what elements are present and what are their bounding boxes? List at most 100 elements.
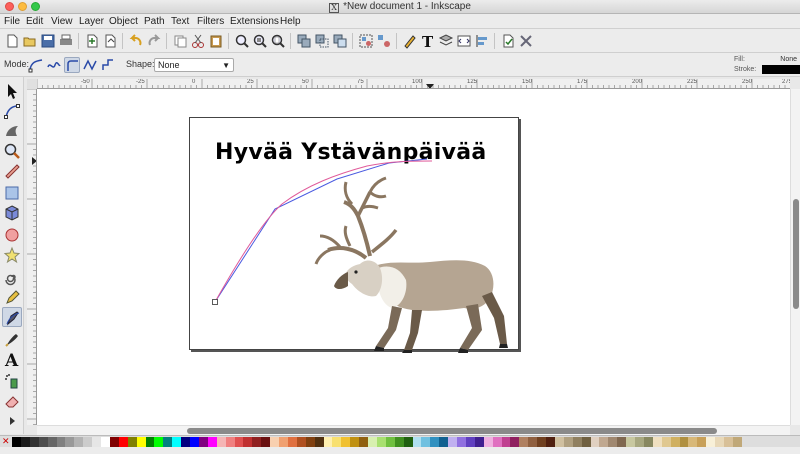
palette-swatch[interactable] — [38, 437, 48, 447]
palette-swatch[interactable] — [243, 437, 253, 447]
tweak-tool-icon[interactable] — [2, 121, 22, 141]
eraser-tool-icon[interactable] — [2, 391, 22, 411]
palette-swatch[interactable] — [252, 437, 262, 447]
palette-swatch[interactable] — [234, 437, 244, 447]
spiral-tool-icon[interactable] — [2, 267, 22, 287]
menu-text[interactable]: Text — [171, 16, 189, 27]
preferences-icon[interactable] — [518, 33, 534, 49]
stroke-color-swatch[interactable] — [762, 65, 800, 74]
pen-tool-icon[interactable] — [2, 307, 22, 327]
palette-swatch[interactable] — [590, 437, 600, 447]
horizontal-scroll-thumb[interactable] — [187, 428, 717, 434]
palette-swatch[interactable] — [688, 437, 698, 447]
export-icon[interactable] — [102, 33, 118, 49]
palette-swatch[interactable] — [439, 437, 449, 447]
palette-swatch[interactable] — [510, 437, 520, 447]
new-document-icon[interactable] — [4, 33, 20, 49]
palette-swatch[interactable] — [154, 437, 164, 447]
horizontal-ruler[interactable]: -50 -25 0 25 50 75 100 125 150 175 200 2… — [37, 79, 790, 89]
palette-swatch[interactable] — [29, 437, 39, 447]
regular-bezier-mode-icon[interactable] — [28, 57, 44, 73]
palette-swatch[interactable] — [483, 437, 493, 447]
zoom-drawing-icon[interactable] — [252, 33, 268, 49]
palette-swatch[interactable] — [207, 437, 217, 447]
zoom-tool-icon[interactable] — [2, 141, 22, 161]
palette-swatch[interactable] — [359, 437, 369, 447]
3d-box-tool-icon[interactable] — [2, 203, 22, 223]
palette-swatch[interactable] — [136, 437, 146, 447]
zoom-selection-icon[interactable] — [234, 33, 250, 49]
palette-swatch[interactable] — [12, 437, 21, 447]
palette-swatch[interactable] — [661, 437, 671, 447]
palette-swatch[interactable] — [599, 437, 609, 447]
copy-icon[interactable] — [172, 33, 188, 49]
menu-layer[interactable]: Layer — [79, 16, 104, 27]
palette-swatch[interactable] — [83, 437, 93, 447]
ungroup-icon[interactable] — [376, 33, 392, 49]
palette-swatch[interactable] — [118, 437, 128, 447]
duplicate-icon[interactable] — [296, 33, 312, 49]
vertical-ruler[interactable] — [27, 89, 37, 425]
palette-swatch[interactable] — [296, 437, 306, 447]
palette-swatch[interactable] — [270, 437, 280, 447]
palette-swatch[interactable] — [376, 437, 386, 447]
palette-swatch[interactable] — [163, 437, 173, 447]
palette-swatch[interactable] — [261, 437, 271, 447]
bspline-mode-icon[interactable] — [64, 57, 80, 73]
menu-edit[interactable]: Edit — [26, 16, 43, 27]
palette-swatch[interactable] — [20, 437, 30, 447]
palette-swatch[interactable] — [403, 437, 413, 447]
palette-swatch[interactable] — [341, 437, 351, 447]
palette-swatch[interactable] — [608, 437, 618, 447]
save-file-icon[interactable] — [40, 33, 56, 49]
import-icon[interactable] — [84, 33, 100, 49]
palette-swatch[interactable] — [65, 437, 75, 447]
palette-swatch[interactable] — [198, 437, 208, 447]
palette-swatch[interactable] — [287, 437, 297, 447]
palette-swatch[interactable] — [101, 437, 110, 447]
document-properties-icon[interactable] — [500, 33, 516, 49]
palette-swatch[interactable] — [385, 437, 395, 447]
palette-swatch[interactable] — [572, 437, 582, 447]
palette-swatch[interactable] — [492, 437, 502, 447]
layers-icon[interactable] — [438, 33, 454, 49]
palette-swatch[interactable] — [554, 437, 564, 447]
menu-filters[interactable]: Filters — [197, 16, 224, 27]
fill-and-stroke-icon[interactable] — [402, 33, 418, 49]
paraxial-mode-icon[interactable] — [100, 57, 116, 73]
clone-icon[interactable] — [314, 33, 330, 49]
menu-file[interactable]: File — [4, 16, 20, 27]
text-and-font-icon[interactable]: T — [420, 33, 436, 49]
measure-tool-icon[interactable] — [2, 161, 22, 181]
palette-swatch[interactable] — [92, 437, 102, 447]
palette-swatch[interactable] — [421, 437, 431, 447]
fill-stroke-indicator[interactable]: Fill: None Stroke: — [730, 54, 800, 76]
vertical-scroll-thumb[interactable] — [793, 199, 799, 309]
star-tool-icon[interactable] — [2, 245, 22, 265]
menu-extensions[interactable]: Extensions — [230, 16, 279, 27]
palette-swatch[interactable] — [394, 437, 404, 447]
align-distribute-icon[interactable] — [474, 33, 490, 49]
ellipse-tool-icon[interactable] — [2, 225, 22, 245]
menu-view[interactable]: View — [51, 16, 73, 27]
palette-swatch[interactable] — [546, 437, 555, 447]
open-file-icon[interactable] — [22, 33, 38, 49]
palette-swatch[interactable] — [368, 437, 377, 447]
reindeer-image[interactable] — [300, 168, 510, 353]
palette-swatch[interactable] — [332, 437, 342, 447]
palette-swatch[interactable] — [581, 437, 591, 447]
pencil-tool-icon[interactable] — [2, 287, 22, 307]
palette-swatch[interactable] — [412, 437, 422, 447]
text-tool-icon[interactable]: A — [2, 349, 22, 369]
cut-icon[interactable] — [190, 33, 206, 49]
palette-swatch[interactable] — [519, 437, 529, 447]
palette-swatch[interactable] — [537, 437, 547, 447]
palette-swatch[interactable] — [670, 437, 680, 447]
palette-swatch[interactable] — [715, 437, 725, 447]
xml-editor-icon[interactable] — [456, 33, 472, 49]
palette-swatch[interactable] — [465, 437, 475, 447]
menu-object[interactable]: Object — [109, 16, 138, 27]
drawing-canvas[interactable]: Hyvää Ystävänpäivää — [37, 89, 790, 425]
palette-swatch[interactable] — [430, 437, 440, 447]
paste-icon[interactable] — [208, 33, 224, 49]
